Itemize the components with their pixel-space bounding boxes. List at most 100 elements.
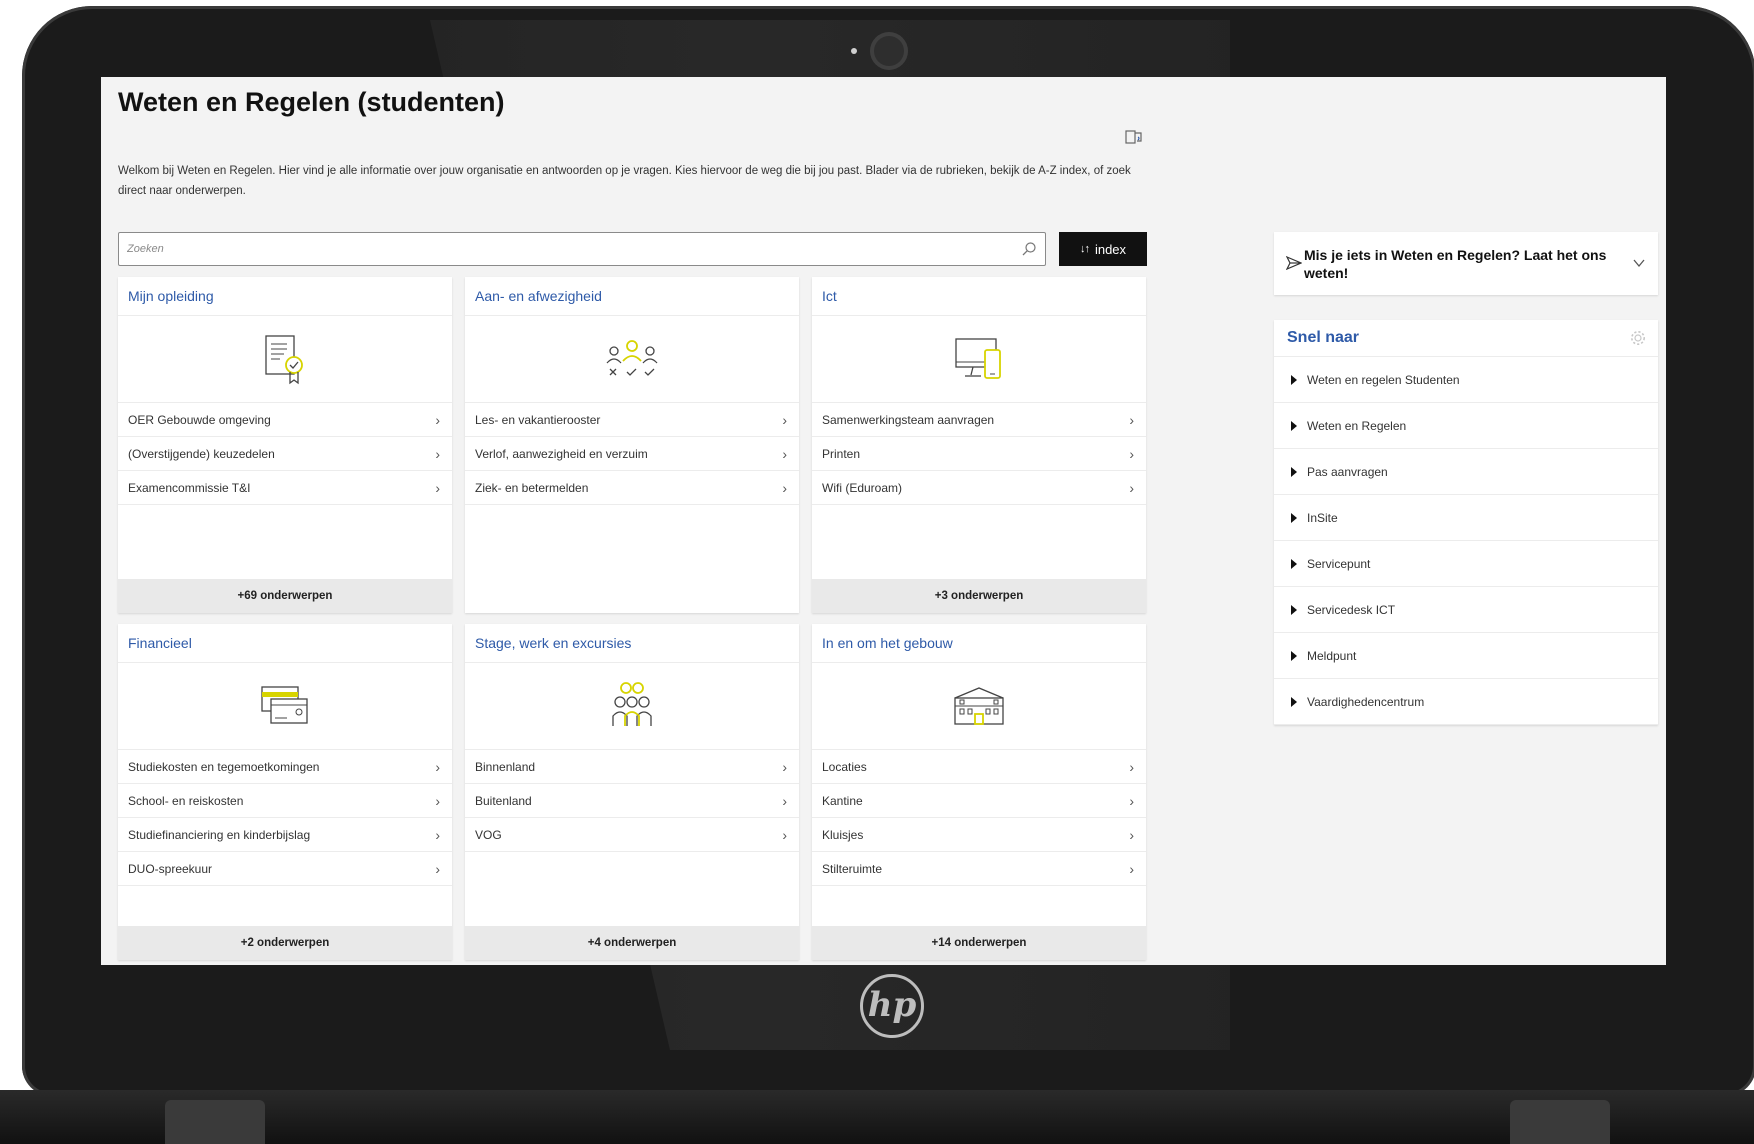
card-link[interactable]: Wifi (Eduroam) › bbox=[812, 471, 1146, 505]
sort-icon: ↓↑ bbox=[1079, 243, 1090, 255]
card-title[interactable]: Aan- en afwezigheid bbox=[465, 277, 799, 316]
chevron-right-icon: › bbox=[1129, 411, 1134, 428]
card-title[interactable]: In en om het gebouw bbox=[812, 624, 1146, 663]
card-title[interactable]: Mijn opleiding bbox=[118, 277, 452, 316]
screen: Weten en Regelen (studenten) Welkom bij … bbox=[101, 77, 1666, 965]
quick-links-title: Snel naar bbox=[1287, 329, 1360, 346]
attendance-icon bbox=[606, 340, 658, 376]
more-topics-link[interactable]: +69 onderwerpen bbox=[118, 579, 452, 613]
chevron-right-icon: › bbox=[435, 479, 440, 496]
card-ict: Ict Samenwerkingsteam aanvragen › Printen… bbox=[812, 277, 1146, 613]
quick-link-item[interactable]: Pas aanvragen bbox=[1274, 449, 1658, 495]
chevron-right-icon: › bbox=[782, 445, 787, 462]
quick-link-item[interactable]: Servicedesk ICT bbox=[1274, 587, 1658, 633]
hinge-right bbox=[1510, 1100, 1610, 1144]
quick-link-item[interactable]: Weten en regelen Studenten bbox=[1274, 357, 1658, 403]
card-link[interactable]: Locaties › bbox=[812, 750, 1146, 784]
quick-links-panel: Snel naar Weten en regelen Studenten Wet… bbox=[1274, 320, 1658, 725]
caret-right-icon bbox=[1291, 374, 1297, 385]
search-icon[interactable] bbox=[1021, 241, 1037, 257]
card-aan-en-afwezigheid: Aan- en afwezigheid Les- en vakantieroos… bbox=[465, 277, 799, 613]
chevron-right-icon: › bbox=[782, 758, 787, 775]
chevron-right-icon: › bbox=[782, 826, 787, 843]
caret-right-icon bbox=[1291, 558, 1297, 569]
chevron-right-icon: › bbox=[1129, 758, 1134, 775]
card-link[interactable]: VOG › bbox=[465, 818, 799, 852]
card-in-en-om-het-gebouw: In en om het gebouw Locaties › Kantine › K… bbox=[812, 624, 1146, 960]
chevron-right-icon: › bbox=[435, 792, 440, 809]
page-title: Weten en Regelen (studenten) bbox=[118, 87, 505, 117]
chevron-right-icon: › bbox=[435, 758, 440, 775]
card-financieel: Financieel Studiekosten en tegemoetkomin… bbox=[118, 624, 452, 960]
camera-indicator bbox=[851, 48, 857, 54]
caret-right-icon bbox=[1291, 604, 1297, 615]
chevron-right-icon: › bbox=[1129, 826, 1134, 843]
card-link[interactable]: Verlof, aanwezigheid en verzuim › bbox=[465, 437, 799, 471]
chevron-right-icon: › bbox=[782, 479, 787, 496]
quick-link-item[interactable]: Meldpunt bbox=[1274, 633, 1658, 679]
chevron-right-icon: › bbox=[782, 411, 787, 428]
chevron-right-icon: › bbox=[1129, 792, 1134, 809]
caret-right-icon bbox=[1291, 650, 1297, 661]
chevron-right-icon: › bbox=[782, 792, 787, 809]
chevron-right-icon: › bbox=[1129, 860, 1134, 877]
search-box[interactable] bbox=[118, 232, 1046, 266]
card-link[interactable]: OER Gebouwde omgeving › bbox=[118, 403, 452, 437]
card-link[interactable]: Ziek- en betermelden › bbox=[465, 471, 799, 505]
chevron-right-icon: › bbox=[1129, 445, 1134, 462]
card-link[interactable]: Examencommissie T&I › bbox=[118, 471, 452, 505]
webcam bbox=[870, 32, 908, 70]
card-stage-werk-excursies: Stage, werk en excursies Binnenland › Bui… bbox=[465, 624, 799, 960]
card-link[interactable]: Buitenland › bbox=[465, 784, 799, 818]
quick-link-item[interactable]: Servicepunt bbox=[1274, 541, 1658, 587]
index-button[interactable]: ↓↑ index bbox=[1059, 232, 1147, 266]
card-link[interactable]: Les- en vakantierooster › bbox=[465, 403, 799, 437]
hp-logo: hp bbox=[860, 974, 924, 1038]
caret-right-icon bbox=[1291, 512, 1297, 523]
card-link[interactable]: Samenwerkingsteam aanvragen › bbox=[812, 403, 1146, 437]
card-link[interactable]: Kluisjes › bbox=[812, 818, 1146, 852]
card-link[interactable]: Studiefinanciering en kinderbijslag › bbox=[118, 818, 452, 852]
card-title[interactable]: Stage, werk en excursies bbox=[465, 624, 799, 663]
send-icon bbox=[1286, 256, 1302, 270]
quick-link-item[interactable]: InSite bbox=[1274, 495, 1658, 541]
chevron-right-icon: › bbox=[1129, 479, 1134, 496]
chevron-right-icon: › bbox=[435, 445, 440, 462]
card-link[interactable]: Printen › bbox=[812, 437, 1146, 471]
chevron-right-icon: › bbox=[435, 860, 440, 877]
more-topics-link[interactable]: +3 onderwerpen bbox=[812, 579, 1146, 613]
card-link[interactable]: Binnenland › bbox=[465, 750, 799, 784]
search-input[interactable] bbox=[119, 233, 1015, 265]
card-link[interactable]: (Overstijgende) keuzedelen › bbox=[118, 437, 452, 471]
gear-icon[interactable] bbox=[1630, 330, 1646, 346]
chevron-down-icon[interactable] bbox=[1632, 256, 1646, 270]
quick-link-item[interactable]: Weten en Regelen bbox=[1274, 403, 1658, 449]
chevron-right-icon: › bbox=[435, 826, 440, 843]
building-icon bbox=[954, 687, 1004, 725]
card-link[interactable]: Stilteruimte › bbox=[812, 852, 1146, 886]
hinge-left bbox=[165, 1100, 265, 1144]
certificate-icon bbox=[265, 335, 303, 385]
caret-right-icon bbox=[1291, 696, 1297, 707]
feedback-panel[interactable]: Mis je iets in Weten en Regelen? Laat he… bbox=[1274, 232, 1658, 295]
feedback-text: Mis je iets in Weten en Regelen? Laat he… bbox=[1304, 247, 1607, 281]
card-mijn-opleiding: Mijn opleiding OER Gebouwde omgeving › (O… bbox=[118, 277, 452, 613]
card-link[interactable]: Studiekosten en tegemoetkomingen › bbox=[118, 750, 452, 784]
devices-icon bbox=[955, 338, 1001, 379]
card-link[interactable]: DUO-spreekuur › bbox=[118, 852, 452, 886]
more-topics-link[interactable]: +14 onderwerpen bbox=[812, 926, 1146, 960]
index-button-label: index bbox=[1094, 241, 1127, 257]
more-topics-link[interactable]: +4 onderwerpen bbox=[465, 926, 799, 960]
card-title[interactable]: Ict bbox=[812, 277, 1146, 316]
intro-text: Welkom bij Weten en Regelen. Hier vind j… bbox=[118, 165, 1131, 197]
credit-card-icon bbox=[261, 686, 308, 724]
chevron-right-icon: › bbox=[435, 411, 440, 428]
card-link[interactable]: Kantine › bbox=[812, 784, 1146, 818]
card-link[interactable]: School- en reiskosten › bbox=[118, 784, 452, 818]
immersive-reader-icon[interactable] bbox=[1125, 129, 1143, 145]
quick-link-item[interactable]: Vaardighedencentrum bbox=[1274, 679, 1658, 725]
card-title[interactable]: Financieel bbox=[118, 624, 452, 663]
caret-right-icon bbox=[1291, 420, 1297, 431]
more-topics-link[interactable]: +2 onderwerpen bbox=[118, 926, 452, 960]
caret-right-icon bbox=[1291, 466, 1297, 477]
